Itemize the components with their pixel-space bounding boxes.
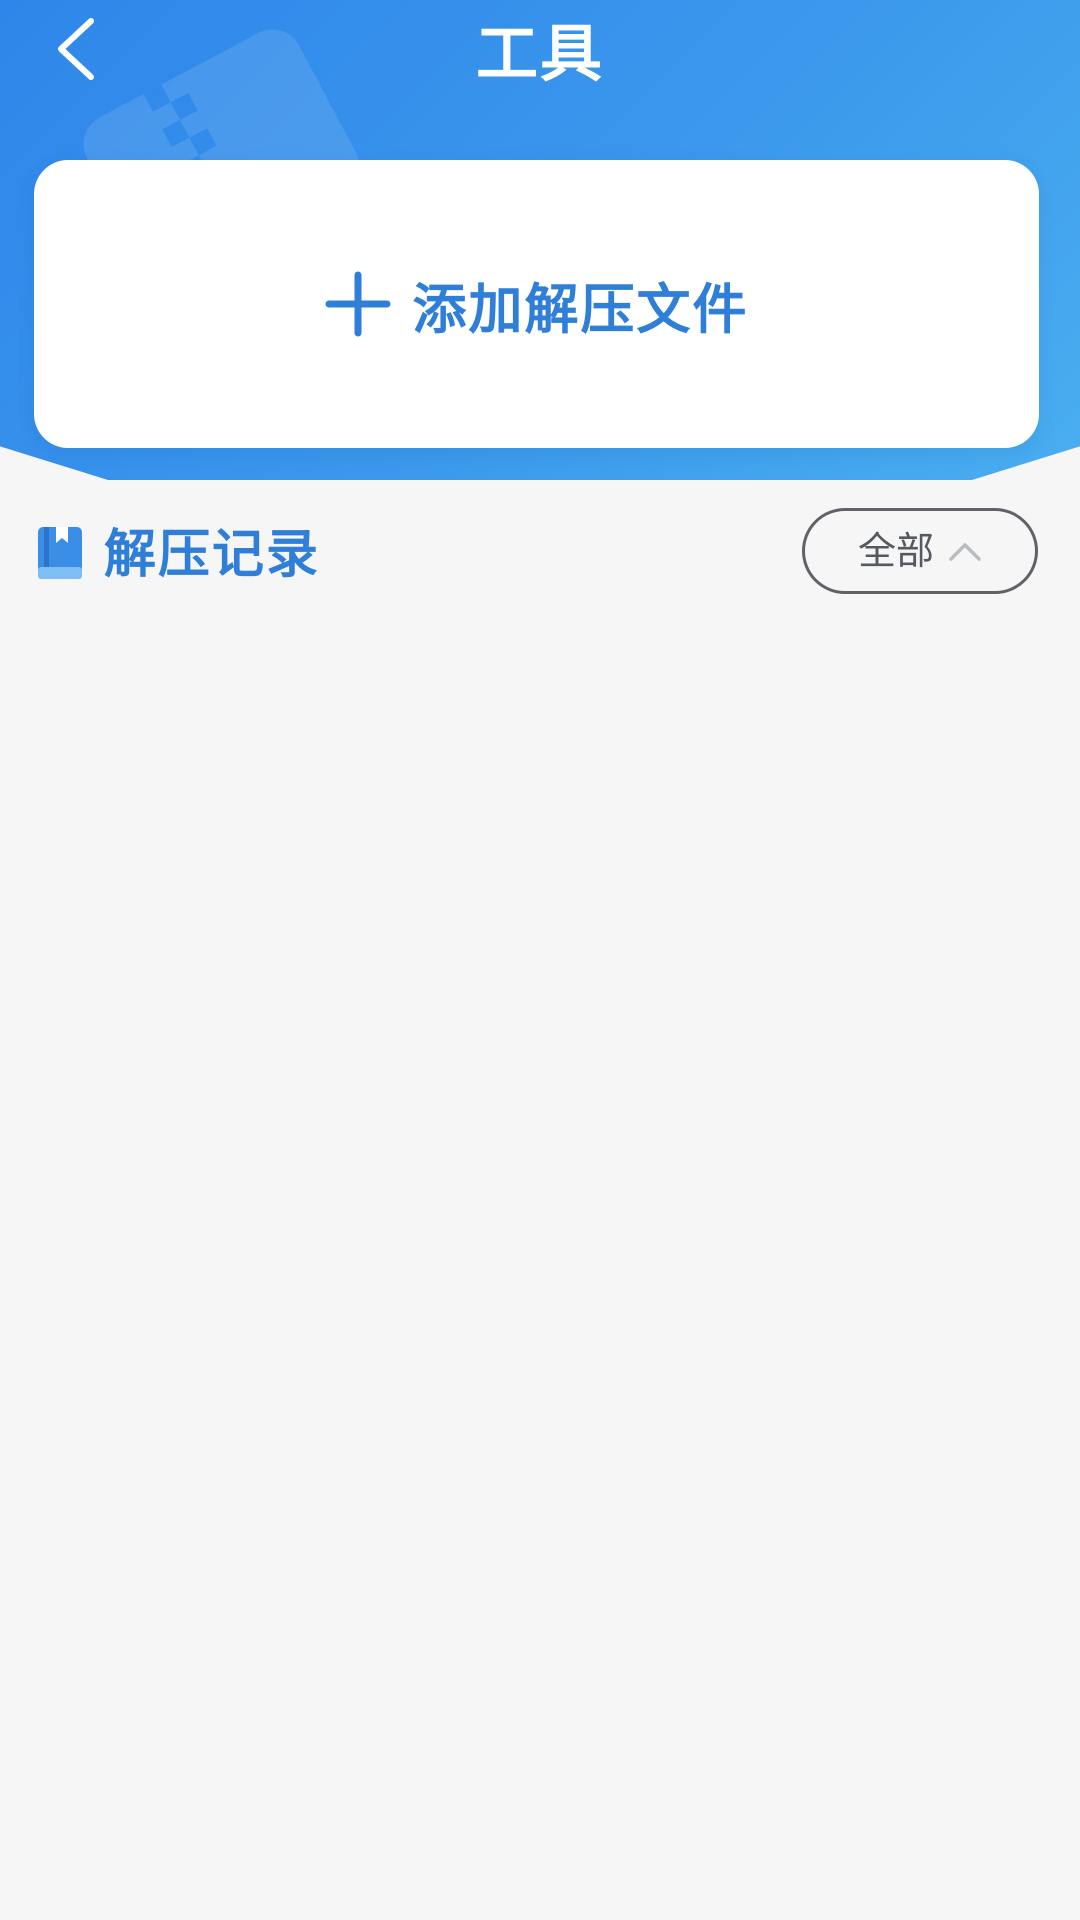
- book-icon: [38, 527, 82, 579]
- add-archive-button[interactable]: 添加解压文件: [34, 160, 1039, 448]
- filter-selected-label: 全部: [857, 529, 934, 573]
- records-title: 解压记录: [104, 525, 321, 585]
- page-title: 工具: [475, 17, 604, 90]
- top-bar: 工具: [0, 0, 1080, 110]
- add-archive-label: 添加解压文件: [412, 277, 749, 341]
- records-list: [0, 620, 1080, 1920]
- records-filter-dropdown[interactable]: 全部: [802, 508, 1038, 594]
- plus-icon: [325, 271, 390, 337]
- add-archive-content: 添加解压文件: [325, 265, 749, 344]
- records-header: 解压记录 全部: [0, 505, 1080, 605]
- chevron-up-icon: [949, 543, 981, 561]
